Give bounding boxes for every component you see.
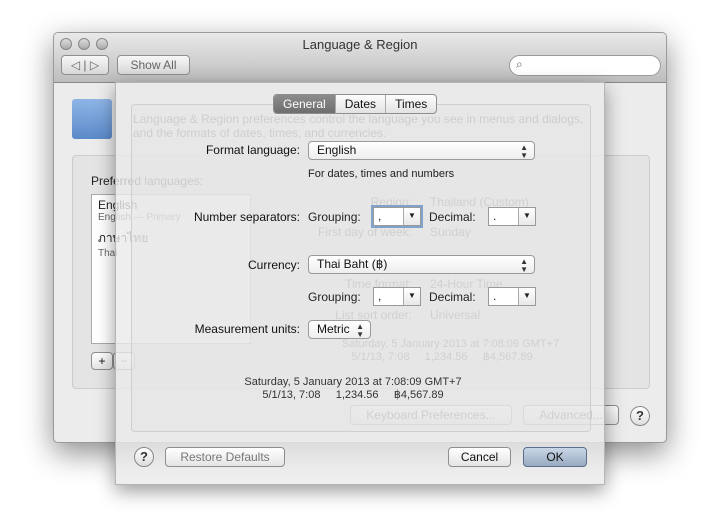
ok-button[interactable]: OK (523, 447, 587, 467)
language-sub: English — Primary (98, 212, 181, 223)
tab-times[interactable]: Times (386, 95, 436, 113)
list-item[interactable]: ภาษาไทย Thai (92, 226, 250, 262)
currency-popup[interactable]: Thai Baht (฿) ▲ ▼ (308, 255, 535, 274)
list-item[interactable]: English English — Primary (92, 195, 250, 226)
preferred-languages-label: Preferred languages: (91, 174, 204, 188)
currency-decimal-value: . (493, 289, 497, 303)
restore-defaults-button[interactable]: Restore Defaults (165, 447, 285, 467)
first-day-label: First day of week: (317, 225, 412, 239)
background-sample-date: Saturday, 5 January 2013 at 7:08:09 GMT+… (342, 338, 560, 350)
un-flag-icon (72, 99, 112, 139)
advanced-button[interactable]: Advanced... (523, 405, 619, 425)
tab-bar: General Dates Times (273, 94, 438, 114)
toolbar: Language & Region ◁ | ▷ Show All ⌕ (54, 33, 666, 83)
first-day-popup[interactable]: Sunday (430, 225, 471, 239)
keyboard-preferences-button[interactable]: Keyboard Preferences... (350, 405, 512, 425)
updown-arrows-icon: ▲ ▼ (520, 257, 528, 274)
currency-value: Thai Baht (฿) (317, 257, 388, 271)
language-list[interactable]: English English — Primary ภาษาไทย Thai (91, 194, 251, 344)
dropdown-arrow-icon[interactable]: ▼ (518, 208, 535, 225)
measurement-units-popup[interactable]: Metric ▲ ▼ (308, 320, 371, 339)
add-language-button[interactable]: + (91, 352, 113, 370)
back-icon[interactable]: ◁ (71, 58, 80, 72)
help-button[interactable]: ? (630, 406, 650, 426)
currency-decimal-combo[interactable]: . ▼ (488, 287, 536, 306)
search-icon: ⌕ (516, 57, 523, 71)
tab-general[interactable]: General (274, 95, 336, 113)
cancel-button[interactable]: Cancel (448, 447, 511, 467)
back-forward-buttons[interactable]: ◁ | ▷ (61, 55, 109, 75)
updown-arrows-icon: ▲ ▼ (520, 143, 528, 160)
language-region-window: Language & Region ◁ | ▷ Show All ⌕ Langu… (53, 32, 667, 443)
description-line-2: and the formats of dates, times, and cur… (133, 126, 387, 140)
tab-dates[interactable]: Dates (336, 95, 387, 113)
remove-language-button[interactable]: − (113, 352, 135, 370)
background-sample: Saturday, 5 January 2013 at 7:08:09 GMT+… (342, 338, 560, 364)
measurement-value: Metric (317, 322, 350, 336)
background-sample-numbers: 5/1/13, 7:08 1,234.56 ฿4,567.89 (351, 351, 533, 363)
description: Language & Region preferences control th… (133, 112, 583, 140)
language-name: English (98, 198, 138, 212)
help-button[interactable]: ? (134, 447, 154, 467)
forward-icon[interactable]: ▷ (90, 58, 99, 72)
language-name: ภาษาไทย (98, 231, 149, 245)
language-sub: Thai (98, 248, 118, 259)
format-language-value: English (317, 143, 357, 157)
number-decimal-combo[interactable]: . ▼ (488, 207, 536, 226)
number-decimal-value: . (493, 209, 497, 223)
number-grouping-value: , (378, 209, 382, 223)
window-title: Language & Region (302, 37, 418, 52)
search-input[interactable]: ⌕ (509, 55, 661, 76)
format-language-popup[interactable]: English ▲ ▼ (308, 141, 535, 160)
updown-arrows-icon: ▲ ▼ (356, 322, 364, 339)
description-line-1: Language & Region preferences control th… (133, 112, 584, 126)
dropdown-arrow-icon[interactable]: ▼ (518, 288, 535, 305)
dropdown-arrow-icon[interactable]: ▼ (403, 288, 420, 305)
currency-grouping-value: , (378, 289, 382, 303)
show-all-button[interactable]: Show All (117, 55, 190, 75)
number-grouping-combo[interactable]: , ▼ (373, 207, 421, 226)
currency-grouping-combo[interactable]: , ▼ (373, 287, 421, 306)
dropdown-arrow-icon[interactable]: ▼ (403, 208, 420, 225)
sort-order-popup[interactable]: Universal (430, 308, 480, 322)
